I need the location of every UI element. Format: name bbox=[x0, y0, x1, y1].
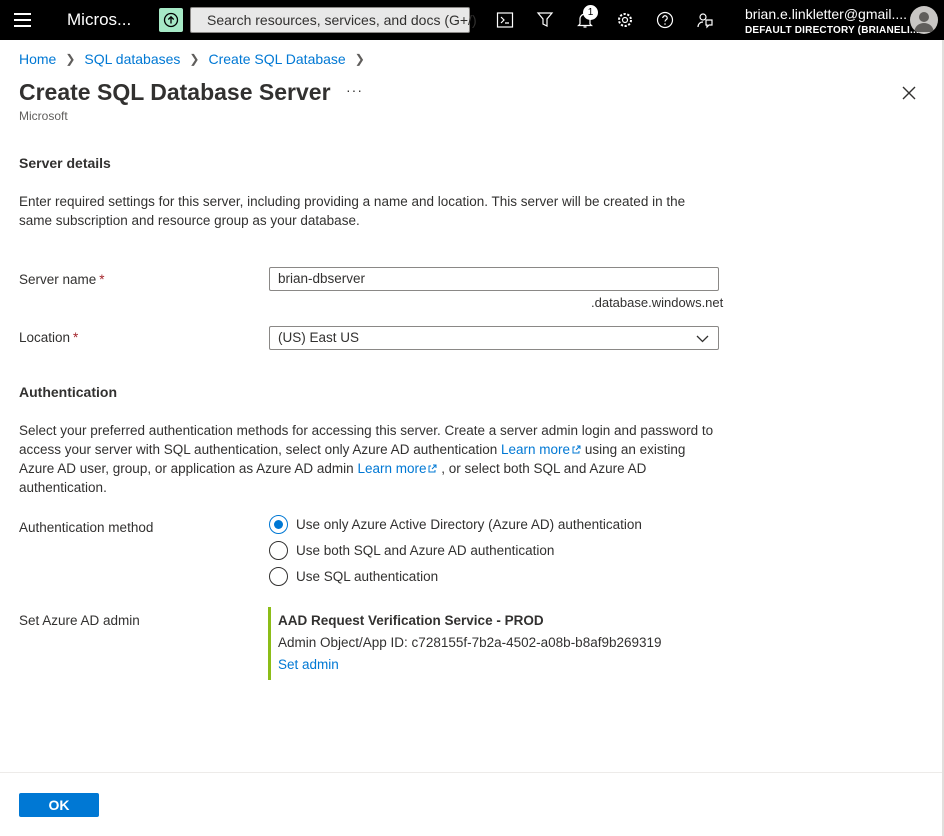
radio-label: Use SQL authentication bbox=[296, 569, 439, 584]
admin-name: AAD Request Verification Service - PROD bbox=[278, 613, 544, 628]
user-directory[interactable]: DEFAULT DIRECTORY (BRIANELI... bbox=[745, 25, 919, 36]
learn-more-link-1[interactable]: Learn more bbox=[501, 442, 581, 457]
breadcrumb-sql-databases[interactable]: SQL databases bbox=[84, 51, 180, 67]
user-name[interactable]: brian.e.linkletter@gmail.... bbox=[745, 6, 907, 22]
radio-button[interactable] bbox=[269, 567, 288, 586]
top-bar: Micros... Search resources, services, an… bbox=[0, 0, 944, 40]
search-placeholder: Search resources, services, and docs (G+… bbox=[207, 12, 477, 28]
ok-button[interactable]: OK bbox=[19, 793, 99, 817]
chevron-right-icon: ❯ bbox=[354, 52, 365, 66]
chevron-right-icon: ❯ bbox=[65, 52, 76, 66]
server-details-heading: Server details bbox=[19, 155, 111, 171]
authentication-heading: Authentication bbox=[19, 384, 117, 400]
help-icon[interactable] bbox=[653, 8, 677, 32]
breadcrumb: Home ❯ SQL databases ❯ Create SQL Databa… bbox=[19, 51, 374, 67]
server-name-suffix: .database.windows.net bbox=[591, 295, 724, 310]
chevron-right-icon: ❯ bbox=[189, 52, 200, 66]
radio-button[interactable] bbox=[269, 541, 288, 560]
settings-icon[interactable] bbox=[613, 8, 637, 32]
avatar[interactable] bbox=[910, 6, 938, 34]
upgrade-icon[interactable] bbox=[159, 8, 183, 32]
notification-badge: 1 bbox=[583, 5, 598, 20]
location-select[interactable]: (US) East US bbox=[269, 326, 719, 350]
server-name-input[interactable]: brian-dbserver bbox=[269, 267, 719, 291]
authentication-method-label: Authentication method bbox=[19, 520, 154, 535]
breadcrumb-home[interactable]: Home bbox=[19, 51, 56, 67]
cloud-shell-icon[interactable] bbox=[493, 8, 517, 32]
radio-button-checked[interactable] bbox=[269, 515, 288, 534]
location-value: (US) East US bbox=[278, 330, 360, 345]
radio-sql-only[interactable]: Use SQL authentication bbox=[269, 567, 438, 586]
breadcrumb-create-sql-database[interactable]: Create SQL Database bbox=[208, 51, 345, 67]
radio-sql-and-azure-ad[interactable]: Use both SQL and Azure AD authentication bbox=[269, 541, 554, 560]
external-link-icon bbox=[572, 445, 581, 454]
close-icon[interactable] bbox=[900, 84, 918, 102]
set-admin-link[interactable]: Set admin bbox=[278, 657, 339, 672]
radio-azure-ad-only[interactable]: Use only Azure Active Directory (Azure A… bbox=[269, 515, 642, 534]
page-title: Create SQL Database Server bbox=[19, 79, 331, 105]
chevron-down-icon bbox=[696, 335, 709, 343]
server-details-description: Enter required settings for this server,… bbox=[19, 194, 686, 228]
directory-filter-icon[interactable] bbox=[533, 8, 557, 32]
menu-icon[interactable] bbox=[14, 13, 31, 27]
admin-object-id: Admin Object/App ID: c728155f-7b2a-4502-… bbox=[278, 635, 662, 650]
feedback-icon[interactable] bbox=[693, 8, 717, 32]
learn-more-link-2[interactable]: Learn more bbox=[357, 461, 437, 476]
set-azure-ad-admin-label: Set Azure AD admin bbox=[19, 613, 140, 628]
notifications-icon[interactable]: 1 bbox=[573, 5, 598, 32]
authentication-description: Select your preferred authentication met… bbox=[19, 423, 714, 495]
more-options-icon[interactable]: ··· bbox=[346, 82, 363, 98]
server-name-label: Server name * bbox=[19, 272, 105, 287]
location-label: Location * bbox=[19, 330, 79, 345]
footer-divider bbox=[0, 772, 944, 773]
search-input[interactable]: Search resources, services, and docs (G+… bbox=[190, 7, 477, 33]
app-title[interactable]: Micros... bbox=[67, 10, 131, 30]
radio-label: Use both SQL and Azure AD authentication bbox=[296, 543, 555, 558]
page-subtitle: Microsoft bbox=[19, 109, 68, 123]
radio-label: Use only Azure Active Directory (Azure A… bbox=[296, 517, 642, 532]
